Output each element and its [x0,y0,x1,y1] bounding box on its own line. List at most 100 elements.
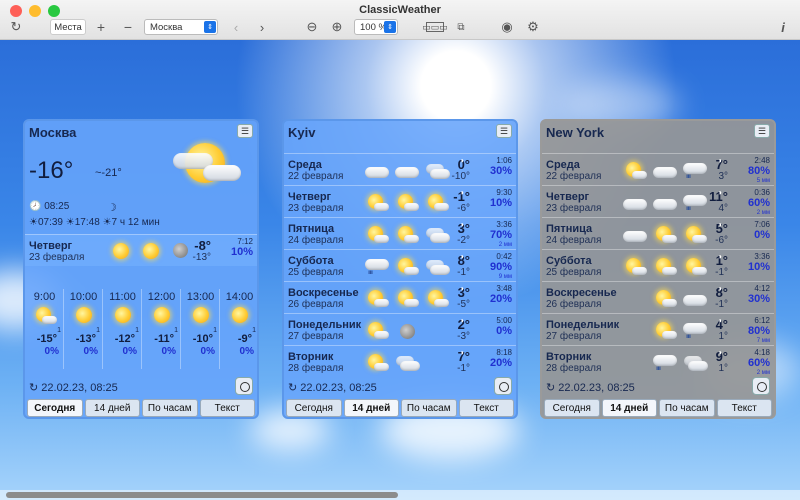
day-row[interactable]: Воскресенье 26 февраля 3° -5° 3:48 20% ◗ [284,281,516,313]
day-precip-time: 2:48 [754,156,770,165]
hour-column[interactable]: 11:00 1 -12° 0% [104,289,142,369]
day-row[interactable]: Понедельник 27 февраля 2° -3° 5:00 0% ◗ [284,313,516,345]
arrange-icon[interactable]: ⧉ [454,19,468,35]
day-precip-time: 5:00 [496,316,512,325]
tab-today[interactable]: Сегодня [286,399,342,417]
tab-hourly[interactable]: По часам [142,399,198,417]
day-row[interactable]: Четверг 23 февраля -1° -6° 9:30 10% ◗ [284,185,516,217]
day-precip-amount: 9 мм [498,274,512,280]
rain-icon: ıııııı [652,352,678,374]
day-row[interactable]: Воскресенье 26 февраля 8° -1° 4:12 30% ◗ [542,281,774,313]
forward-icon[interactable]: › [256,19,268,35]
day-row[interactable]: Пятница 24 февраля 3° -2° 3:36 70% 2 мм ◗ [284,217,516,249]
zoom-select-value: 100 % [360,21,387,33]
tab-14-days[interactable]: 14 дней [601,399,657,417]
day-date: 26 февраля [288,299,344,310]
tab-14-days[interactable]: 14 дней [343,399,399,417]
zoom-out-icon[interactable]: ⊖ [305,19,319,35]
location-button[interactable] [494,377,512,395]
hour-temp: -12° [114,333,135,345]
day-min-temp: -2° [457,235,470,246]
hour-column[interactable]: 12:00 1 -11° 0% [143,289,181,369]
current-min-temperature: ~-21° [95,167,122,179]
day-precip-time: 7:12 [237,237,253,246]
refresh-icon[interactable]: ↻ [546,382,555,394]
day-min-temp: -5° [457,299,470,310]
city-select[interactable]: Москва ⇕ [144,19,218,35]
day-precip-amount: 2 мм [756,370,770,376]
zoom-in-icon[interactable]: ⊕ [330,19,344,35]
day-precip-chance: 60% [747,357,770,369]
day-date: 25 февраля [288,267,344,278]
sunrise-icon: ☀ [29,217,38,228]
hour-column[interactable]: 14:00 1 -9° 0% [221,289,257,369]
location-button[interactable] [235,377,253,395]
panel-layout-icon[interactable]: ▭▭▭ [422,22,448,32]
day-precip-time: 0:36 [754,188,770,197]
moon-phase-icon: ◗ [718,284,723,293]
gear-icon[interactable]: ⚙ [526,19,540,35]
day-row[interactable]: Суббота 25 февраля 8° -1° 0:42 90% 9 мм ◗ ıııııı [284,249,516,281]
current-temperature: -16° [29,157,74,184]
refresh-icon[interactable]: ↻ [9,19,23,35]
refresh-icon[interactable]: ↻ [29,382,38,394]
tab-hourly[interactable]: По часам [659,399,715,417]
tab-today[interactable]: Сегодня [544,399,600,417]
day-row[interactable]: Среда 22 февраля 7° 3° 2:48 80% 5 мм ◗ ıııııı [542,153,774,185]
back-icon[interactable]: ‹ [230,19,242,35]
moscow-panel: Москва ☰ -16° ~-21° 🕗 08:25 ☽ ☀07:39 ☀17… [23,119,259,419]
last-updated: ↻ 22.02.23, 08:25 [29,381,118,394]
remove-city-button[interactable]: − [121,19,135,35]
cloud-icon [364,160,390,182]
day-row[interactable]: Вторник 28 февраля 7° -1° 8:18 20% ◗ [284,345,516,377]
tab-today[interactable]: Сегодня [27,399,83,417]
day-row[interactable]: Вторник 28 февраля 9° 1° 4:18 60% 2 мм ◗ ıııııı [542,345,774,377]
panel-menu-button[interactable]: ☰ [496,124,512,138]
tab-text[interactable]: Текст [716,399,772,417]
hour-column[interactable]: 13:00 1 -10° 0% [182,289,220,369]
moon-phase-icon: ◗ [460,188,465,197]
day-row[interactable]: Среда 22 февраля 0° -10° 1:06 30% ◗ [284,153,516,185]
zoom-select[interactable]: 100 % ⇕ [354,19,398,35]
eye-icon[interactable]: ◉ [500,19,514,35]
horizontal-scrollbar[interactable] [0,490,800,500]
day-precip-chance: 30% [489,165,512,177]
tab-text[interactable]: Текст [199,399,255,417]
day-row[interactable]: Пятница 24 февраля 5° -6° 7:06 0% ◗ [542,217,774,249]
day-name: Четверг [29,240,73,252]
day-precip-chance: 80% [747,165,770,177]
scrollbar-thumb[interactable] [6,492,398,498]
panel-title: New York [546,125,605,140]
sun-cloud-icon [424,192,450,214]
update-time: 🕗 08:25 [29,201,69,212]
day-row[interactable]: Суббота 25 февраля 1° -1° 3:36 10% ◗ [542,249,774,281]
refresh-icon[interactable]: ↻ [288,382,297,394]
sunset-icon: ☀ [65,217,75,228]
moon-icon [173,243,188,258]
moon-phase-icon: ◗ [718,220,723,229]
hour-temp: -15° [36,333,57,345]
location-button[interactable] [752,377,770,395]
day-row[interactable]: Четверг 23 февраля -8° -13° 7:12 10% [25,234,257,266]
day-precip-time: 0:42 [496,252,512,261]
hour-precip: 0% [200,346,215,357]
hour-column[interactable]: 9:00 1 -15° 0% [26,289,64,369]
tab-text[interactable]: Текст [458,399,514,417]
panel-menu-button[interactable]: ☰ [754,124,770,138]
day-name: Воскресенье [288,287,359,299]
places-button[interactable]: Места [50,19,86,35]
sun-cloud-icon [394,288,420,310]
panel-menu-button[interactable]: ☰ [237,124,253,138]
hour-column[interactable]: 10:00 1 -13° 0% [65,289,103,369]
day-row[interactable]: Понедельник 27 февраля 4° 1° 6:12 80% 7 мм ◗ ııı… [542,313,774,345]
day-name: Пятница [546,223,593,235]
moon-phase-icon: ◗ [718,316,723,325]
day-date: 24 февраля [288,235,344,246]
moon-phase-icon: ◗ [460,220,465,229]
add-city-button[interactable]: + [94,19,108,35]
day-precip-time: 7:06 [754,220,770,229]
day-row[interactable]: Четверг 23 февраля 11° 4° 0:36 60% 2 мм ◗ ıııııı [542,185,774,217]
tab-14-days[interactable]: 14 дней [84,399,140,417]
tab-hourly[interactable]: По часам [401,399,457,417]
info-icon[interactable]: i [778,19,788,35]
